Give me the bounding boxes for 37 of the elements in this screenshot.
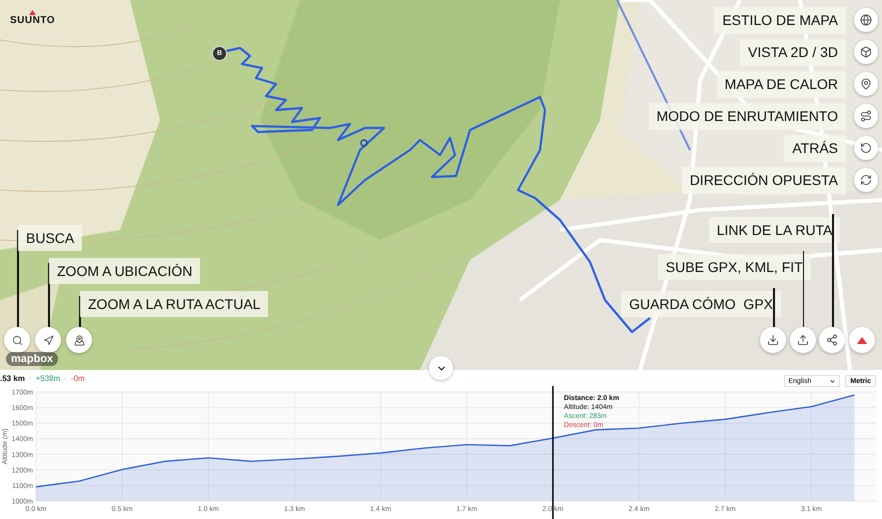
control-callout: DIRECCIÓN OPUESTA <box>682 166 846 194</box>
separator: · <box>64 374 67 382</box>
control-callout: GUARDA CÓMO GPX <box>621 291 781 317</box>
total-descent: -0m <box>70 374 85 382</box>
chevron-down-icon <box>829 378 836 384</box>
control-callout: ATRÁS <box>784 134 846 162</box>
map-attribution-logo: mapbox <box>6 352 58 366</box>
control-callout: ZOOM A LA RUTA ACTUAL <box>80 291 268 317</box>
control-callout: SUBE GPX, KML, FIT <box>658 254 811 280</box>
control-callout: BUSCA <box>18 225 82 251</box>
navigation-arrow-icon <box>42 334 54 346</box>
route-pin-icon <box>74 334 84 346</box>
total-ascent: +538m <box>36 374 60 382</box>
leader-line <box>773 288 774 327</box>
brand-logo: SUUNTO <box>10 15 56 26</box>
control-callout: VISTA 2D / 3D <box>740 38 846 66</box>
search-icon <box>12 334 22 346</box>
control-callout: ZOOM A UBICACIÓN <box>49 258 200 284</box>
separator: · <box>28 374 32 382</box>
cube-icon <box>860 46 872 58</box>
control-callout: MAPA DE CALOR <box>716 70 846 98</box>
triangle-icon <box>857 336 867 344</box>
leader-line <box>48 263 50 327</box>
control-callout: MODO DE ENRUTAMIENTO <box>648 102 846 130</box>
logo-triangle-icon <box>29 10 36 15</box>
upload-icon <box>796 334 809 346</box>
map-pin-icon <box>860 78 872 90</box>
control-callout: ESTILO DE MAPA <box>714 6 846 34</box>
share-icon <box>826 334 838 346</box>
globe-icon <box>860 14 872 26</box>
swap-icon <box>860 174 872 186</box>
total-distance: .53 km <box>0 374 25 382</box>
control-callout: LINK DE LA RUTA <box>708 217 840 243</box>
undo-icon <box>860 142 872 154</box>
download-icon <box>767 334 779 346</box>
waypoint-icon <box>360 139 368 147</box>
route-icon <box>860 110 872 122</box>
